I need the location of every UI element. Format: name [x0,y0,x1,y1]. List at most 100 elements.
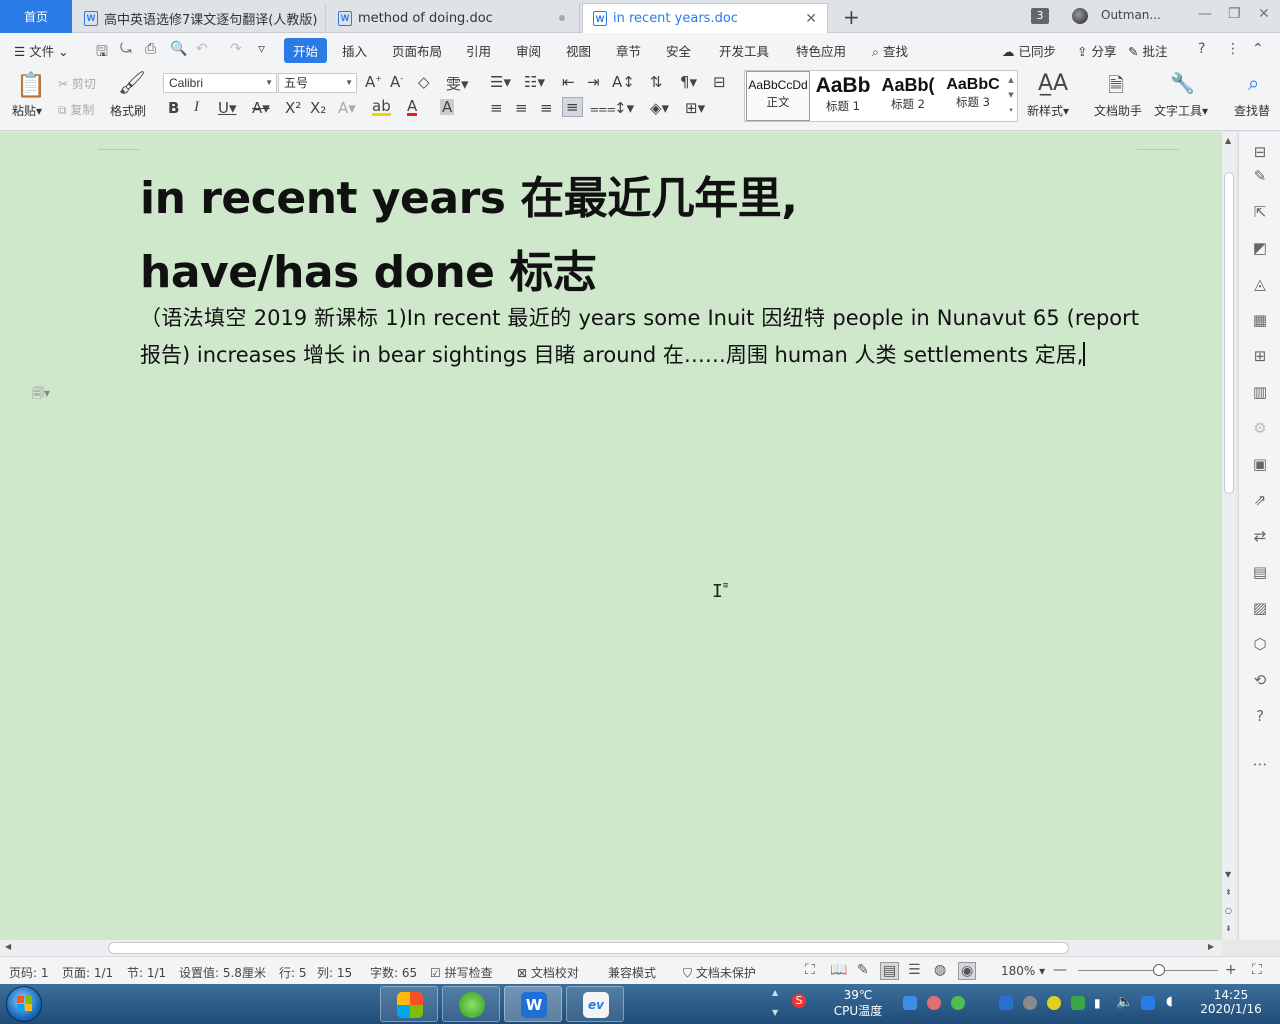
speaker-icon[interactable]: ◖ [1166,994,1173,1009]
format-painter-icon[interactable]: 🖌 [118,71,146,96]
new-tab-icon[interactable]: + [843,5,860,29]
horizontal-scroll-thumb[interactable] [108,942,1069,954]
customize-icon[interactable]: ▿ [258,41,265,57]
zoom-level[interactable]: 180% ▾ [1001,964,1045,978]
copy-button[interactable]: ⧉ 复制 [58,101,94,118]
redo-icon[interactable]: ↷ [230,41,242,57]
spell-check-button[interactable]: ☑ 拼写检查 [430,964,493,981]
line-spacing-icon[interactable]: ↕▾ [614,99,634,117]
status-column[interactable]: 列: 15 [317,964,352,981]
find-icon[interactable]: ⌕ [1248,71,1259,95]
clear-format-icon[interactable]: ◇ [418,73,430,91]
superscript-icon[interactable]: X² [285,99,301,117]
chart-icon[interactable]: ▥ [1250,382,1270,402]
increase-font-icon[interactable]: A+ [365,73,382,91]
zoom-out-icon[interactable]: — [1053,962,1067,978]
picture-icon[interactable]: ▨ [1250,598,1270,618]
zoom-slider-knob[interactable] [1153,964,1165,976]
find-replace-button[interactable]: 查找替 [1234,102,1270,119]
next-page-icon[interactable]: ⇟ [1225,924,1232,933]
sync-status[interactable]: ☁ 已同步 [1002,41,1056,60]
scroll-up-icon[interactable]: ▲ [1225,136,1231,145]
status-word-count[interactable]: 字数: 65 [370,964,417,981]
tray-app-icon[interactable] [927,996,941,1010]
style-heading-3[interactable]: AaBbC 标题 3 [941,71,1005,121]
increase-indent-icon[interactable]: ⇥ [587,73,600,91]
clock[interactable]: 14:25 2020/1/16 [1192,988,1270,1016]
status-pages[interactable]: 页面: 1/1 [62,964,113,981]
translate-icon[interactable]: ⇄ [1250,526,1270,546]
network-icon[interactable]: ▮ [1094,996,1101,1010]
taskbar-app-2[interactable] [442,986,500,1022]
outline-view-icon[interactable]: ☰ [908,962,921,978]
menu-page-layout[interactable]: 页面布局 [392,41,442,60]
print-icon[interactable]: ⎙ [145,41,156,57]
fullscreen-icon[interactable]: ⛶ [805,962,815,978]
decrease-indent-icon[interactable]: ⇤ [562,73,575,91]
doc-heading-line-1[interactable]: in recent years 在最近几年里, [140,162,798,226]
tab-doc-1[interactable]: W 高中英语选修7课文逐句翻译(人教版) [74,3,326,33]
collapse-ribbon-icon[interactable]: ⌃ [1252,41,1264,57]
show-marks-icon[interactable]: ¶▾ [680,73,697,91]
tray-app-icon[interactable] [1047,996,1061,1010]
wrench-icon[interactable]: 🔧 [1170,71,1195,95]
menu-home[interactable]: 开始 [284,38,328,63]
collapse-panel-icon[interactable]: ⊟ [1250,142,1270,162]
security-shield-icon[interactable]: ⬡ [1250,634,1270,654]
menu-view[interactable]: 视图 [566,41,591,60]
text-effect-icon[interactable]: A▾ [338,99,356,117]
volume-icon[interactable]: 🔈 [1116,994,1133,1010]
style-format-icon[interactable]: ◬ [1250,274,1270,294]
horizontal-scrollbar[interactable]: ◀ ▶ [0,940,1222,956]
doc-heading-line-2[interactable]: have/has done 标志 [140,236,597,300]
justify-icon[interactable]: ≡ [562,97,583,117]
zoom-slider[interactable] [1078,970,1218,971]
char-shading-icon[interactable]: A [440,99,455,115]
more-icon[interactable]: ⋯ [1250,754,1270,774]
fit-window-icon[interactable]: ⛶ [1252,962,1262,978]
close-tab-icon[interactable]: ✕ [805,11,817,27]
more-options-icon[interactable]: ⋮ [1226,41,1240,57]
avatar[interactable] [1072,8,1088,24]
eye-protection-icon[interactable]: ◉ [958,962,977,980]
image-library-icon[interactable]: ▣ [1250,454,1270,474]
select-cursor-icon[interactable]: ⇱ [1250,202,1270,222]
font-size-select[interactable]: 五号 ▼ [278,73,357,93]
edit-mode-icon[interactable]: ✎ [857,962,869,978]
tab-doc-3[interactable]: W in recent years.doc ✕ [582,3,828,33]
bold-icon[interactable]: B [168,99,179,117]
decrease-font-icon[interactable]: A- [390,73,403,91]
browse-object-icon[interactable]: ○ [1225,906,1232,915]
tray-app-icon[interactable] [1071,996,1085,1010]
menu-search[interactable]: ⌕ 查找 [872,41,908,60]
status-setting[interactable]: 设置值: 5.8厘米 [179,964,266,981]
read-mode-icon[interactable]: 📖 [830,962,847,978]
shapes-icon[interactable]: ◩ [1250,238,1270,258]
menu-features[interactable]: 特色应用 [796,41,846,60]
menu-chapter[interactable]: 章节 [616,41,641,60]
highlight-icon[interactable]: ab [372,99,391,116]
menu-file[interactable]: ☰ 文件 ⌄ [14,41,69,60]
scroll-left-icon[interactable]: ◀ [5,942,11,951]
vertical-scroll-thumb[interactable] [1224,172,1234,494]
status-row[interactable]: 行: 5 [279,964,307,981]
style-heading-2[interactable]: AaBb( 标题 2 [876,71,940,121]
doc-paragraph[interactable]: （语法填空 2019 新课标 1)In recent 最近的 years som… [140,300,1139,374]
share-button[interactable]: ⇪ 分享 [1077,41,1116,60]
table-icon[interactable]: ▦ [1250,310,1270,330]
subscript-icon[interactable]: X₂ [310,99,326,117]
new-style-icon[interactable]: A̲A [1038,71,1068,96]
close-window-icon[interactable]: ✕ [1258,6,1270,22]
help-icon[interactable]: ? [1198,41,1205,57]
borders-icon[interactable]: ⊞▾ [685,99,705,117]
sort-icon[interactable]: ⇅ [650,73,663,91]
vertical-scrollbar[interactable]: ▲ ▼ ⇞ ○ ⇟ [1222,132,1236,940]
print-preview-icon[interactable]: 🔍 [170,41,187,57]
start-button[interactable] [6,986,42,1022]
menu-insert[interactable]: 插入 [342,41,367,60]
style-heading-1[interactable]: AaBb 标题 1 [811,71,875,121]
sogou-ime-icon[interactable]: S [792,994,806,1008]
align-left-icon[interactable]: ≡ [490,99,503,117]
archive-icon[interactable]: ▤ [1250,562,1270,582]
distribute-icon[interactable]: ⩶ [590,99,616,117]
